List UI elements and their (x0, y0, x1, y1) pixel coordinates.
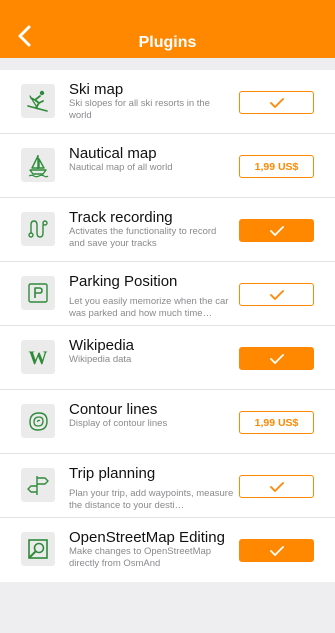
parking-icon (21, 276, 55, 310)
osm-edit-icon (21, 532, 55, 566)
checkmark-icon (269, 289, 284, 300)
plugin-description: Plan your trip, add waypoints, measure t… (69, 488, 234, 511)
plugin-name: Contour lines (69, 401, 158, 418)
plugin-name: Ski map (69, 81, 124, 98)
checkmark-icon (269, 545, 284, 556)
plugin-name: Parking Position (69, 273, 178, 290)
installed-button[interactable] (239, 91, 314, 114)
enabled-button[interactable] (239, 539, 314, 562)
plugin-row-ski-map[interactable]: Ski map Ski slopes for all ski resorts i… (0, 70, 335, 134)
plugin-name: Nautical map (69, 145, 157, 162)
app-header: Plugins (0, 0, 335, 58)
checkmark-icon (269, 353, 284, 364)
plugin-description: Nautical map of all world (69, 162, 173, 173)
plugin-row-trip-planning[interactable]: Trip planning Plan your trip, add waypoi… (0, 454, 335, 518)
checkmark-icon (269, 225, 284, 236)
plugin-row-track-recording[interactable]: Track recording Activates the functional… (0, 198, 335, 262)
enabled-button[interactable] (239, 219, 314, 242)
plugin-description: Let you easily memorize when the car was… (69, 296, 229, 319)
svg-text:W: W (29, 348, 48, 369)
installed-button[interactable] (239, 475, 314, 498)
plugin-row-nautical-map[interactable]: Nautical map Nautical map of all world 1… (0, 134, 335, 198)
plugin-list: Ski map Ski slopes for all ski resorts i… (0, 70, 335, 582)
installed-button[interactable] (239, 283, 314, 306)
buy-button[interactable]: 1,99 US$ (239, 155, 314, 178)
enabled-button[interactable] (239, 347, 314, 370)
plugin-description: Display of contour lines (69, 418, 168, 429)
plugin-name: OpenStreetMap Editing (69, 529, 225, 546)
price-label: 1,99 US$ (254, 416, 299, 429)
sailboat-icon (21, 148, 55, 182)
buy-button[interactable]: 1,99 US$ (239, 411, 314, 434)
skier-icon (21, 84, 55, 118)
contour-icon (21, 404, 55, 438)
price-label: 1,99 US$ (254, 160, 299, 173)
plugin-name: Track recording (69, 209, 173, 226)
plugin-description: Make changes to OpenStreetMap directly f… (69, 546, 212, 569)
track-icon (21, 212, 55, 246)
checkmark-icon (269, 97, 284, 108)
plugin-row-parking-position[interactable]: Parking Position Let you easily memorize… (0, 262, 335, 326)
plugin-name: Trip planning (69, 465, 156, 482)
page-title: Plugins (138, 34, 197, 51)
checkmark-icon (269, 481, 284, 492)
plugin-description: Ski slopes for all ski resorts in the wo… (69, 98, 210, 121)
wikipedia-icon: W (21, 340, 55, 374)
plugin-name: Wikipedia (69, 337, 135, 354)
plugin-description: Activates the functionality to record an… (69, 226, 217, 249)
plugin-description: Wikipedia data (69, 354, 132, 365)
plugin-row-contour-lines[interactable]: Contour lines Display of contour lines 1… (0, 390, 335, 454)
plugin-row-wikipedia[interactable]: W Wikipedia Wikipedia data (0, 326, 335, 390)
signpost-icon (21, 468, 55, 502)
plugin-row-osm-editing[interactable]: OpenStreetMap Editing Make changes to Op… (0, 518, 335, 582)
